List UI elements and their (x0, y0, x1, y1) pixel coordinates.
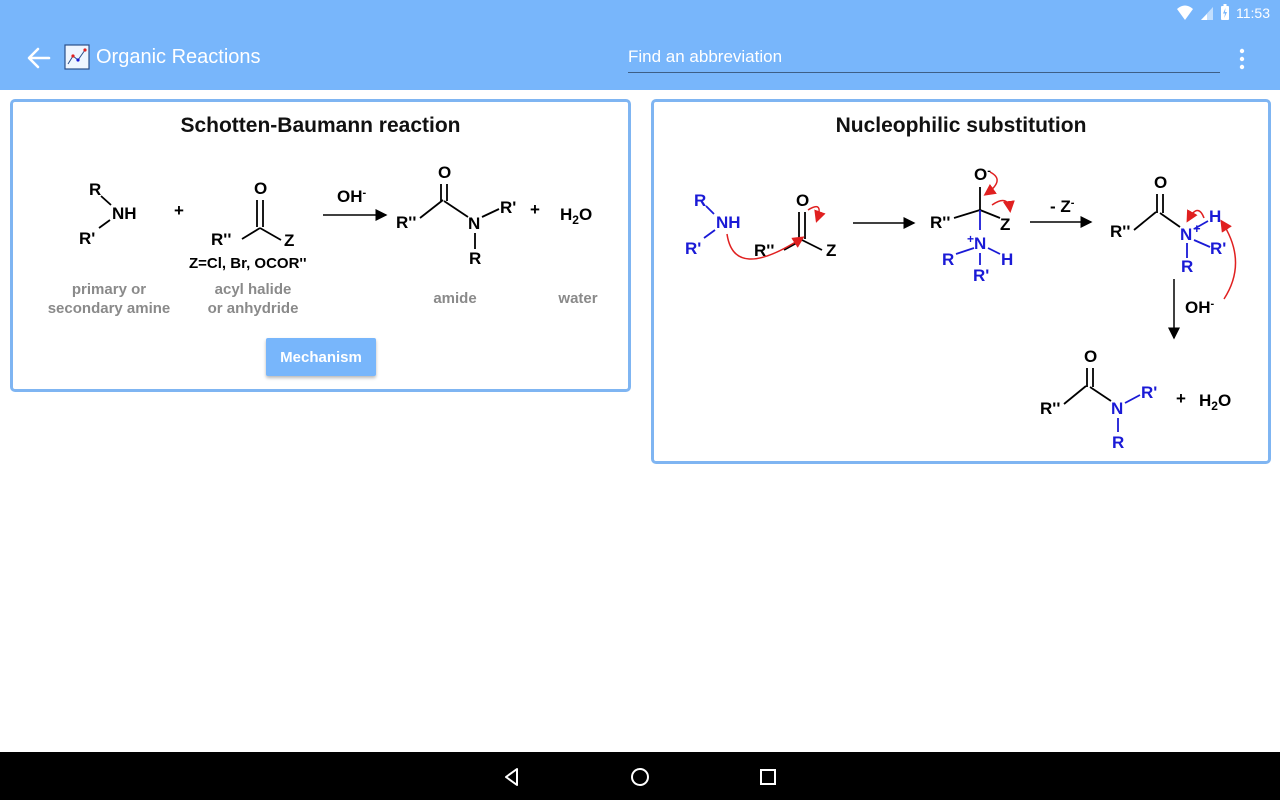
plus-sign: + (174, 201, 184, 220)
cell-signal-icon (1201, 6, 1213, 20)
water-formula: H2O (1199, 391, 1231, 413)
acyl-compound: O R'' Z (754, 191, 836, 260)
app-bar: Organic Reactions (0, 26, 1280, 90)
app-title: Organic Reactions (96, 46, 261, 68)
svg-text:R': R' (685, 239, 701, 258)
nav-recents-icon[interactable] (755, 764, 781, 790)
svg-text:N: N (1111, 399, 1123, 418)
curved-arrow (1220, 219, 1237, 300)
svg-text:O: O (438, 163, 451, 182)
svg-text:H: H (1209, 207, 1221, 226)
mechanism-button[interactable]: Mechanism (266, 338, 376, 376)
nucleophilic-substitution-card: Nucleophilic substitution R NH R' O R'' (651, 99, 1271, 464)
protonated-amide: R'' O N + H R' R (1110, 173, 1226, 276)
caption-amine: primary or secondary amine (39, 280, 179, 318)
reagent-condition: OH- (337, 187, 367, 206)
caption-acyl-line2: or anhydride (207, 300, 299, 317)
search-input[interactable] (628, 44, 1220, 70)
svg-text:R': R' (1141, 383, 1157, 402)
caption-acyl: acyl halide or anhydride (188, 280, 318, 318)
acyl-substituents: Z=Cl, Br, OCOR'' (189, 255, 307, 272)
mechanism-scheme: R NH R' O R'' Z O- R'' Z + N R H R' - Z-… (685, 165, 1237, 452)
amine-structure: R NH R' (79, 180, 137, 248)
wifi-icon (1177, 5, 1193, 20)
svg-text:O: O (1154, 173, 1167, 192)
svg-text:NH: NH (716, 213, 741, 232)
svg-text:R': R' (79, 229, 95, 248)
water-formula: H2O (560, 205, 592, 227)
plus-sign-2: + (530, 200, 540, 219)
svg-text:Z: Z (284, 231, 294, 250)
caption-acyl-line1: acyl halide (214, 281, 292, 298)
curved-arrow (991, 199, 1015, 213)
leaving-group-label: - Z- (1050, 197, 1075, 216)
caption-amine-line1: primary or (71, 281, 147, 298)
svg-text:R': R' (973, 266, 989, 285)
svg-text:N: N (468, 214, 480, 233)
amide-structure: R'' O N R' R (396, 163, 516, 268)
base-label: OH- (1185, 298, 1215, 317)
svg-text:+: + (967, 232, 974, 246)
svg-text:N: N (1180, 225, 1192, 244)
navigation-bar (0, 752, 1280, 800)
search-field[interactable] (628, 44, 1220, 73)
svg-text:R: R (942, 250, 954, 269)
amine-blue: R NH R' (685, 191, 741, 258)
svg-text:R: R (1112, 433, 1124, 452)
caption-water: water (558, 290, 598, 307)
caption-amide: amide (433, 290, 477, 307)
svg-text:R: R (1181, 257, 1193, 276)
svg-text:Z: Z (1000, 215, 1010, 234)
svg-text:R': R' (1210, 239, 1226, 258)
curved-arrow (807, 205, 826, 223)
nav-home-icon[interactable] (627, 764, 653, 790)
caption-amine-line2: secondary amine (47, 300, 171, 317)
final-amide: R'' O N R' R (1040, 347, 1157, 452)
nav-back-icon[interactable] (499, 764, 525, 790)
back-arrow-icon[interactable] (24, 43, 54, 73)
acyl-halide-structure: O R'' Z (211, 179, 294, 250)
plus-sign: + (1176, 389, 1186, 408)
svg-text:O-: O- (974, 165, 991, 184)
svg-text:NH: NH (112, 204, 137, 223)
status-bar: 11:53 (0, 0, 1280, 26)
schotten-baumann-card: Schotten-Baumann reaction R NH R' + O R'… (10, 99, 631, 392)
svg-text:O: O (254, 179, 267, 198)
overflow-menu-icon[interactable] (1232, 46, 1252, 72)
svg-text:H: H (1001, 250, 1013, 269)
svg-text:R'': R'' (396, 213, 416, 232)
svg-text:R'': R'' (211, 230, 231, 249)
svg-text:R: R (89, 180, 101, 199)
tetrahedral-intermediate: O- R'' Z + N R H R' (930, 165, 1013, 285)
svg-text:R: R (694, 191, 706, 210)
clock: 11:53 (1236, 4, 1270, 21)
status-icons: 11:53 (1176, 4, 1270, 21)
svg-text:O: O (1084, 347, 1097, 366)
svg-text:N: N (974, 234, 986, 253)
svg-text:Z: Z (826, 241, 836, 260)
svg-text:R'': R'' (1110, 222, 1130, 241)
svg-text:O: O (796, 191, 809, 210)
svg-text:R'': R'' (930, 213, 950, 232)
svg-text:R': R' (500, 198, 516, 217)
curved-arrow (1186, 209, 1205, 223)
battery-icon (1221, 4, 1229, 20)
svg-text:R: R (469, 249, 481, 268)
svg-text:R'': R'' (1040, 399, 1060, 418)
app-logo-icon (64, 44, 90, 70)
